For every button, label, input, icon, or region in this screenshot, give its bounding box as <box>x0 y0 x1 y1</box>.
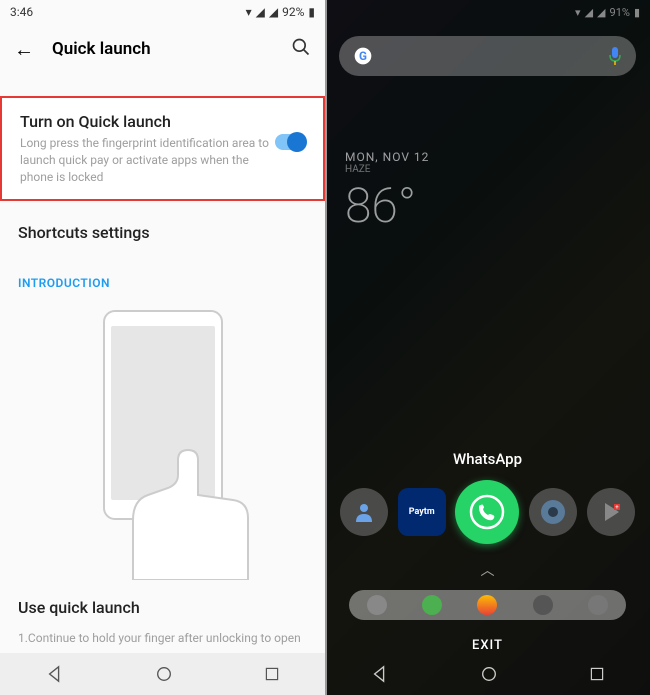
weather-widget: MON, NOV 12 HAZE 86° <box>345 150 429 234</box>
instructions: 1.Continue to hold your finger after unl… <box>0 629 325 653</box>
status-bar: ▾ ◢ ◢ 91% ▮ <box>325 0 650 24</box>
signal-icon: ◢ <box>597 6 605 19</box>
signal-icon: ◢ <box>585 6 593 19</box>
wifi-icon: ▾ <box>575 6 581 19</box>
status-bar: 3:46 ▾ ◢ ◢ 92% ▮ <box>0 0 325 24</box>
slider-app[interactable] <box>477 595 497 615</box>
quick-launch-dock: Paytm + <box>335 480 640 544</box>
signal-icon: ◢ <box>256 5 265 19</box>
navigation-bar <box>325 653 650 695</box>
google-logo-icon: G <box>353 46 373 66</box>
battery-percent: 92% <box>282 5 304 19</box>
mic-icon[interactable] <box>608 47 622 65</box>
toggle-title: Turn on Quick launch <box>20 112 275 131</box>
back-icon[interactable]: ← <box>14 37 34 62</box>
exit-button[interactable]: EXIT <box>325 638 650 653</box>
slider-app[interactable] <box>367 595 387 615</box>
slider-app[interactable] <box>588 595 608 615</box>
nav-back-icon[interactable] <box>46 665 64 683</box>
signal-icon: ◢ <box>269 5 278 19</box>
dock-app-whatsapp[interactable] <box>455 480 519 544</box>
settings-screen: 3:46 ▾ ◢ ◢ 92% ▮ ← Quick launch Turn on … <box>0 0 325 695</box>
nav-home-icon[interactable] <box>480 665 498 683</box>
svg-text:+: + <box>615 504 619 511</box>
nav-back-icon[interactable] <box>371 665 389 683</box>
quick-launch-toggle-card: Turn on Quick launch Long press the fing… <box>0 96 325 201</box>
hand-icon <box>93 440 273 580</box>
dock-app-playstore[interactable]: + <box>587 488 635 536</box>
google-search-bar[interactable]: G <box>339 36 636 76</box>
selected-app-label: WhatsApp <box>325 450 650 468</box>
weather-condition: HAZE <box>345 164 429 175</box>
lockscreen-quick-launch: ▾ ◢ ◢ 91% ▮ G MON, NOV 12 HAZE 86° Whats… <box>325 0 650 695</box>
slider-app[interactable] <box>533 595 553 615</box>
nav-recent-icon[interactable] <box>589 666 605 682</box>
wifi-icon: ▾ <box>246 5 252 19</box>
step-1: 1.Continue to hold your finger after unl… <box>18 629 307 653</box>
navigation-bar <box>0 653 325 695</box>
shortcuts-settings-item[interactable]: Shortcuts settings <box>0 201 325 254</box>
nav-recent-icon[interactable] <box>264 666 280 682</box>
chevron-up-icon[interactable]: ︿ <box>325 560 650 580</box>
nav-home-icon[interactable] <box>155 665 173 683</box>
content[interactable]: Turn on Quick launch Long press the fing… <box>0 74 325 653</box>
phone-illustration <box>73 310 253 570</box>
weather-date: MON, NOV 12 <box>345 150 429 164</box>
status-time: 3:46 <box>10 5 33 19</box>
battery-icon: ▮ <box>634 6 640 19</box>
whatsapp-icon <box>469 494 505 530</box>
page-title: Quick launch <box>52 39 291 59</box>
header: ← Quick launch <box>0 24 325 74</box>
battery-icon: ▮ <box>308 5 315 19</box>
quick-launch-toggle[interactable] <box>275 134 305 150</box>
svg-text:G: G <box>359 49 367 63</box>
dock-app-google[interactable] <box>340 488 388 536</box>
slider-app[interactable] <box>422 595 442 615</box>
search-icon[interactable] <box>291 37 311 62</box>
weather-temperature: 86° <box>345 177 429 234</box>
dock-app-paytm[interactable]: Paytm <box>398 488 446 536</box>
toggle-description: Long press the fingerprint identificatio… <box>20 135 275 185</box>
introduction-label: INTRODUCTION <box>0 254 325 300</box>
app-shortcut-slider[interactable] <box>349 590 626 620</box>
screenshot-divider <box>325 0 327 695</box>
battery-percent: 91% <box>610 6 630 19</box>
dock-app-camera[interactable] <box>529 488 577 536</box>
